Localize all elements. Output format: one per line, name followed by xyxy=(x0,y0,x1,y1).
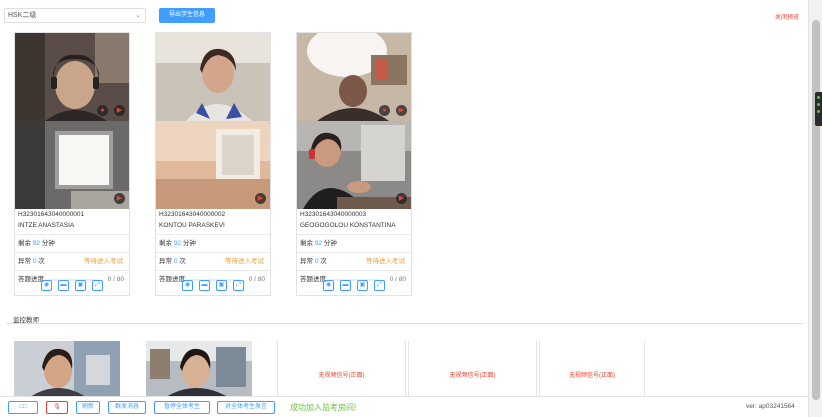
camera-icon[interactable]: ◉ xyxy=(323,280,334,291)
fullscreen-icon[interactable]: ⤢ xyxy=(92,280,103,291)
top-toolbar: HSK二级 ⌄ 导出学生信息 关闭预览 xyxy=(0,0,808,30)
message-icon[interactable]: ▬ xyxy=(58,280,69,291)
student-card: ● ▶ ▶ H32301643040000003 GEOGOGOLOU KONS… xyxy=(296,32,412,296)
camera-icon[interactable]: ◉ xyxy=(182,280,193,291)
mic-off-icon: ● xyxy=(97,105,108,116)
fullscreen-icon[interactable]: ⤢ xyxy=(233,280,244,291)
remaining-time: 剩余 92 分钟 xyxy=(18,240,55,247)
teacher-no-signal: 无视频信号(正面) xyxy=(539,341,645,397)
export-students-button[interactable]: 导出学生信息 xyxy=(159,8,215,23)
exam-select-value: HSK二级 xyxy=(8,12,37,19)
remaining-time: 剩余 92 分钟 xyxy=(159,240,196,247)
student-id: H32301643040000002 xyxy=(159,211,226,218)
join-status: 成功加入监考房间! xyxy=(290,403,357,412)
mic-off-icon: ● xyxy=(379,105,390,116)
mic-off-icon: 🎙 xyxy=(53,404,61,410)
chevron-down-icon: ⌄ xyxy=(135,12,141,19)
student-camera-side: ▶ xyxy=(156,121,270,209)
teacher-no-signal: 无视频信号(正面) xyxy=(277,341,406,397)
abnormal-count: 异常 0 次等待进入考试 xyxy=(300,258,405,265)
side-panel-handle[interactable] xyxy=(815,92,822,126)
teacher-camera xyxy=(14,341,120,397)
close-preview-link[interactable]: 关闭预览 xyxy=(775,12,799,21)
screenshot-icon[interactable]: ▣ xyxy=(75,280,86,291)
student-id: H32301643040000003 xyxy=(300,211,367,218)
teacher-no-signal: 无视频信号(正面) xyxy=(408,341,537,397)
camera-off-icon: ▶ xyxy=(255,193,266,204)
camera-off-icon: ▶ xyxy=(114,105,125,116)
exam-select[interactable]: HSK二级 ⌄ xyxy=(4,8,146,23)
abnormal-count: 异常 0 次等待进入考试 xyxy=(159,258,264,265)
broadcast-message-button[interactable]: 群发消息 xyxy=(108,401,146,414)
status-badge: 等待进入考试 xyxy=(225,258,264,265)
scrollbar-thumb[interactable] xyxy=(812,20,820,400)
speak-to-all-button[interactable]: 对全体考生发言 xyxy=(217,401,275,414)
scrollbar[interactable] xyxy=(808,0,822,417)
abnormal-count: 异常 0 次等待进入考试 xyxy=(18,258,123,265)
version-label: ver: ap03241564 xyxy=(746,403,795,410)
student-camera-front: ● ▶ xyxy=(15,33,129,121)
student-card: ▶ H32301643040000002 KONTOU PARASKEVI 剩余… xyxy=(155,32,271,296)
message-icon[interactable]: ▬ xyxy=(199,280,210,291)
screenshot-icon[interactable]: ▣ xyxy=(357,280,368,291)
layout-button[interactable]: □□ xyxy=(8,401,38,414)
fullscreen-icon[interactable]: ⤢ xyxy=(374,280,385,291)
section-divider xyxy=(6,323,803,324)
camera-off-icon: ▶ xyxy=(396,105,407,116)
status-badge: 等待进入考试 xyxy=(366,258,405,265)
bottom-toolbar: □□ 🎙 刷新 群发消息 暂停全体考生 对全体考生发言 成功加入监考房间! ve… xyxy=(0,396,808,417)
camera-icon[interactable]: ◉ xyxy=(41,280,52,291)
camera-off-icon: ▶ xyxy=(114,193,125,204)
student-card: ● ▶ ▶ H32301643040000001 INTZE ANASTASIA… xyxy=(14,32,130,296)
student-name: KONTOU PARASKEVI xyxy=(159,222,225,229)
mic-toggle-button[interactable]: 🎙 xyxy=(46,401,68,414)
status-badge: 等待进入考试 xyxy=(84,258,123,265)
camera-off-icon: ▶ xyxy=(396,193,407,204)
refresh-button[interactable]: 刷新 xyxy=(76,401,100,414)
student-name: INTZE ANASTASIA xyxy=(18,222,75,229)
remaining-time: 剩余 92 分钟 xyxy=(300,240,337,247)
student-camera-front: ● ▶ xyxy=(297,33,411,121)
student-name: GEOGOGOLOU KONSTANTINA xyxy=(300,222,396,229)
student-id: H32301643040000001 xyxy=(18,211,85,218)
student-camera-side: ▶ xyxy=(15,121,129,209)
teacher-camera xyxy=(146,341,252,397)
message-icon[interactable]: ▬ xyxy=(340,280,351,291)
student-camera-side: ▶ xyxy=(297,121,411,209)
screenshot-icon[interactable]: ▣ xyxy=(216,280,227,291)
pause-all-button[interactable]: 暂停全体考生 xyxy=(154,401,210,414)
student-camera-front xyxy=(156,33,270,121)
